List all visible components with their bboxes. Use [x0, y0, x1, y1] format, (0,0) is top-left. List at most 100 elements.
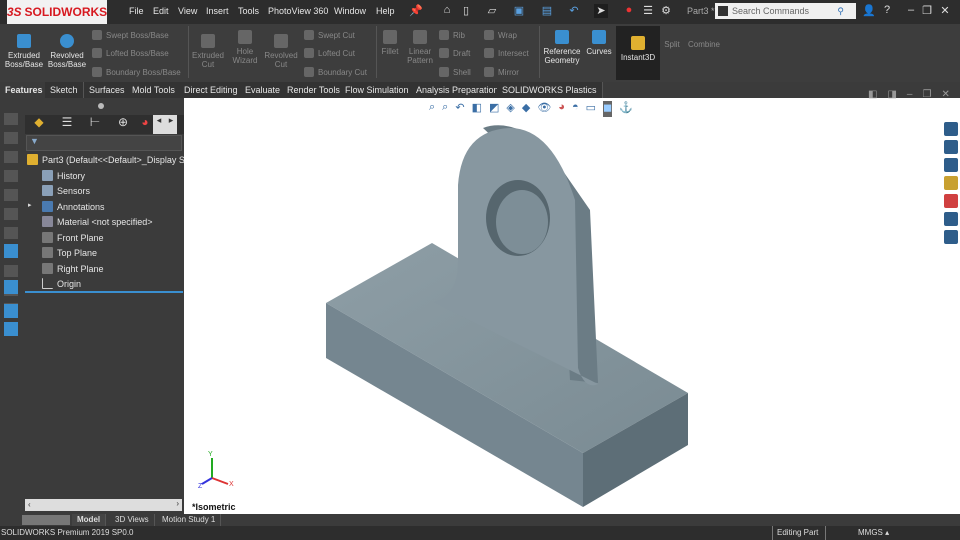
tab-evaluate[interactable]: Evaluate — [240, 82, 287, 98]
tree-item-annotations[interactable]: Annotations — [42, 201, 105, 212]
part-model[interactable] — [184, 98, 942, 514]
tab-model[interactable]: Model — [72, 514, 107, 526]
instant3d-button[interactable]: Instant3D — [616, 26, 660, 80]
design-library-icon[interactable] — [944, 140, 958, 154]
save-icon[interactable]: ▣ — [512, 4, 526, 18]
tree-item-origin[interactable]: Origin — [42, 278, 81, 289]
menu-view[interactable]: View — [178, 6, 197, 16]
tab-scroll-left-icon[interactable]: ◂ — [153, 115, 165, 134]
propertymanager-tab-icon[interactable]: ☰ — [53, 115, 81, 134]
tab-render-tools[interactable]: Render Tools — [282, 82, 346, 98]
tab-direct-editing[interactable]: Direct Editing — [179, 82, 244, 98]
curves-button[interactable]: Curves — [585, 30, 613, 56]
menu-tools[interactable]: Tools — [238, 6, 259, 16]
menu-help[interactable]: Help — [376, 6, 395, 16]
close-icon[interactable]: ✕ — [938, 4, 952, 18]
filter-icon[interactable]: ▼ — [26, 135, 182, 151]
tree-item-front-plane[interactable]: Front Plane — [42, 232, 104, 243]
tab-solidworks-plastics[interactable]: SOLIDWORKS Plastics — [497, 82, 603, 98]
swept-boss-button[interactable]: Swept Boss/Base — [92, 30, 169, 40]
tree-item-top-plane[interactable]: Top Plane — [42, 247, 97, 258]
tree-item-sensors[interactable]: Sensors — [42, 185, 90, 196]
appearances-icon[interactable] — [944, 194, 958, 208]
new-document-icon[interactable]: ▯ — [459, 4, 473, 18]
tab-mold-tools[interactable]: Mold Tools — [127, 82, 181, 98]
solidworks-logo[interactable]: 3S SOLIDWORKS — [7, 0, 107, 24]
menu-file[interactable]: File — [129, 6, 144, 16]
draft-button[interactable]: Draft — [439, 48, 470, 58]
boundary-boss-button[interactable]: Boundary Boss/Base — [92, 67, 181, 77]
copy-icon[interactable] — [4, 304, 18, 318]
tab-features[interactable]: Features — [0, 82, 49, 98]
search-commands-input[interactable]: Search Commands ⚲ — [715, 3, 856, 19]
linear-pattern-button[interactable]: Linear Pattern — [404, 30, 436, 65]
file-explorer-icon[interactable] — [944, 158, 958, 172]
rollback-bar[interactable] — [25, 291, 183, 293]
revolved-cut-button[interactable]: Revolved Cut — [262, 34, 300, 69]
combine-button[interactable]: Combine — [685, 40, 723, 49]
rib-button[interactable]: Rib — [439, 30, 465, 40]
lofted-cut-button[interactable]: Lofted Cut — [304, 48, 355, 58]
lofted-boss-button[interactable]: Lofted Boss/Base — [92, 48, 169, 58]
menu-insert[interactable]: Insert — [206, 6, 229, 16]
tab-motion-study-1[interactable]: Motion Study 1 — [157, 514, 222, 526]
restore-icon[interactable]: ❐ — [920, 4, 934, 18]
tab-surfaces[interactable]: Surfaces — [84, 82, 131, 98]
paste-icon[interactable] — [4, 322, 18, 336]
revolved-boss-button[interactable]: Revolved Boss/Base — [47, 34, 87, 69]
tab-analysis-preparation[interactable]: Analysis Preparation — [411, 82, 505, 98]
graphics-area[interactable]: ⌕ ⌕ ↶ ◧ ◩ ◈ ◆ 👁 ◕ ◓ ▭ ◼ ⚓ ◧ ◨ – ❐ ✕ Y X Z *Isometric — [184, 89, 950, 514]
splitter-handle[interactable] — [98, 103, 104, 109]
search-icon[interactable]: ⚲ — [837, 6, 844, 17]
home-icon[interactable]: ⌂ — [440, 4, 454, 18]
hole-wizard-button[interactable]: Hole Wizard — [228, 30, 262, 65]
expand-arrow-icon[interactable]: ▸ — [28, 201, 32, 209]
file-properties-icon[interactable]: ☰ — [641, 4, 655, 18]
display-icon[interactable] — [4, 280, 18, 294]
minimize-icon[interactable]: – — [904, 4, 918, 18]
tree-item-right-plane[interactable]: Right Plane — [42, 263, 104, 274]
swept-cut-button[interactable]: Swept Cut — [304, 30, 355, 40]
extruded-boss-button[interactable]: Extruded Boss/Base — [4, 34, 44, 69]
featuremanager-tab-icon[interactable]: ◆ — [25, 115, 53, 134]
pin-icon[interactable]: 📌 — [409, 4, 423, 18]
split-button[interactable]: Split — [661, 40, 683, 49]
print-icon[interactable]: ▤ — [540, 4, 554, 18]
extruded-cut-button[interactable]: Extruded Cut — [190, 34, 226, 69]
shell-button[interactable]: Shell — [439, 67, 471, 77]
configurationmanager-tab-icon[interactable]: ⊢ — [81, 115, 109, 134]
view-palette-icon[interactable] — [944, 176, 958, 190]
select-icon[interactable]: ➤ — [594, 4, 608, 18]
view-tools-icons[interactable] — [4, 108, 18, 308]
fillet-button[interactable]: Fillet — [378, 30, 402, 56]
undo-icon[interactable]: ↶ — [567, 4, 581, 18]
horizontal-scrollbar[interactable]: ‹ › — [25, 499, 182, 511]
unit-system-selector[interactable]: MMGS ▴ — [858, 526, 889, 540]
tab-sketch[interactable]: Sketch — [45, 82, 84, 98]
boundary-cut-button[interactable]: Boundary Cut — [304, 67, 367, 77]
sketch-icon[interactable] — [4, 244, 18, 258]
help-icon[interactable]: ? — [880, 4, 894, 18]
solidworks-resources-icon[interactable] — [944, 122, 958, 136]
user-icon[interactable]: 👤 — [862, 4, 876, 18]
solidworks-forum-icon[interactable] — [944, 230, 958, 244]
mirror-button[interactable]: Mirror — [484, 67, 519, 77]
tab-flow-simulation[interactable]: Flow Simulation — [340, 82, 415, 98]
tree-item-history[interactable]: History — [42, 170, 85, 181]
menu-edit[interactable]: Edit — [153, 6, 169, 16]
tree-item-material[interactable]: Material <not specified> — [42, 216, 153, 227]
tab-scroll-right-icon[interactable]: ▸ — [165, 115, 177, 134]
menu-window[interactable]: Window — [334, 6, 366, 16]
tab-3d-views[interactable]: 3D Views — [110, 514, 155, 526]
wrap-button[interactable]: Wrap — [484, 30, 517, 40]
menu-photoview[interactable]: PhotoView 360 — [268, 6, 328, 16]
rebuild-icon[interactable]: ● — [622, 4, 636, 18]
reference-geometry-button[interactable]: Reference Geometry — [541, 30, 583, 65]
open-icon[interactable]: ▱ — [485, 4, 499, 18]
tree-root-part[interactable]: Part3 (Default<<Default>_Display Sta — [27, 154, 192, 165]
display-manager-tab-icon[interactable]: ◕ — [137, 115, 153, 134]
intersect-button[interactable]: Intersect — [484, 48, 529, 58]
options-gear-icon[interactable]: ⚙ — [659, 4, 673, 18]
dimxpert-tab-icon[interactable]: ⊕ — [109, 115, 137, 134]
tab-scroll-buttons[interactable] — [22, 515, 70, 525]
